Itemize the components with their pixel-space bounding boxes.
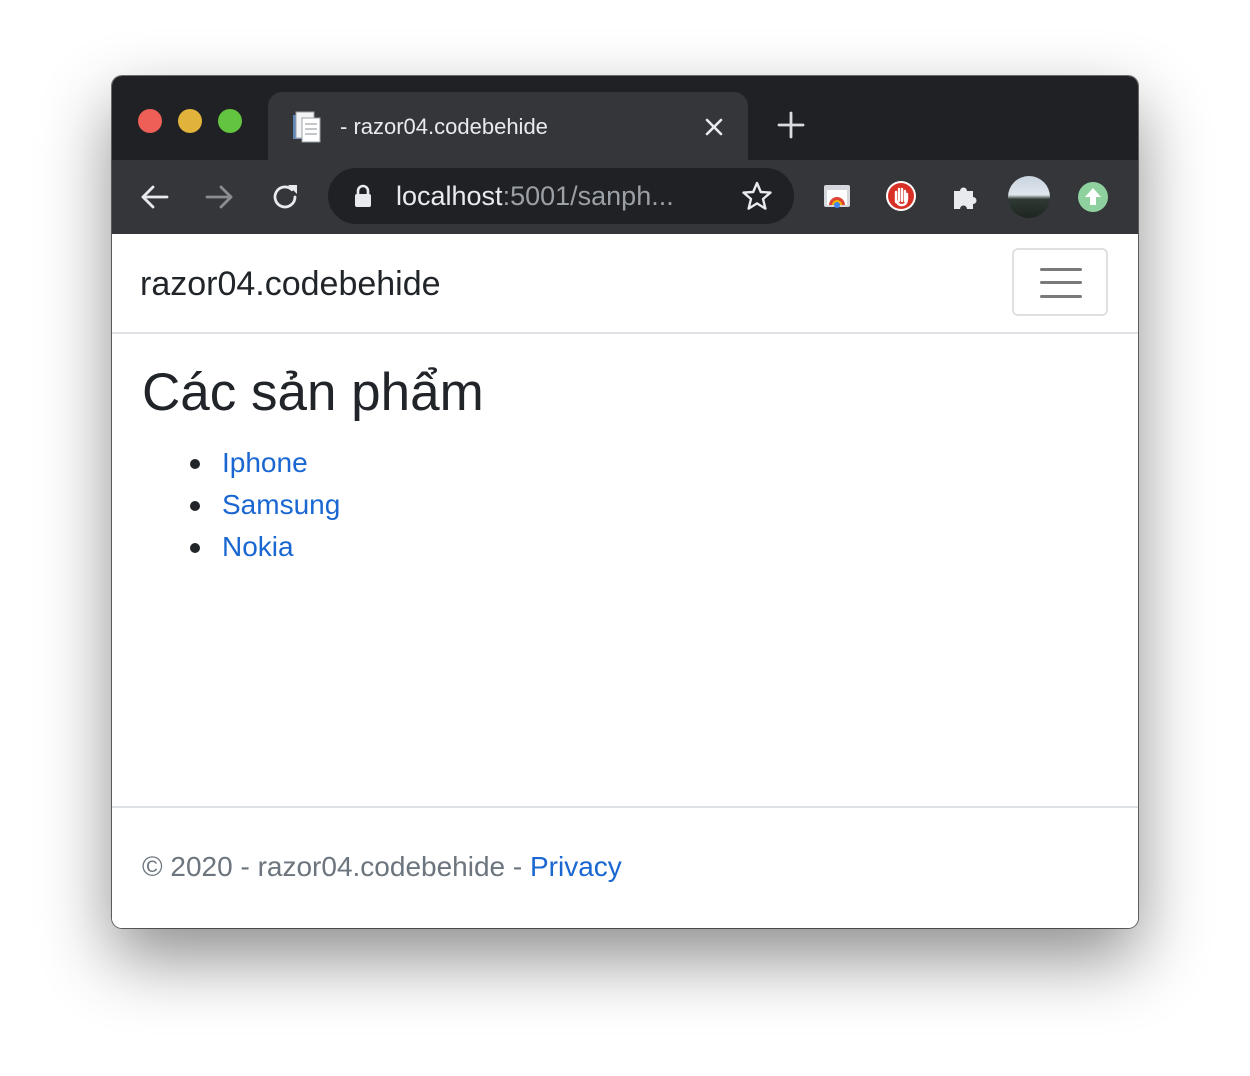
site-navbar: razor04.codebehide [112, 234, 1138, 334]
navbar-brand[interactable]: razor04.codebehide [140, 264, 441, 304]
lock-icon [355, 184, 371, 207]
hamburger-menu-icon [1040, 268, 1082, 271]
page-content: razor04.codebehide Các sản phẩm Iphone S… [112, 234, 1138, 928]
window-close-button[interactable] [138, 109, 162, 133]
footer-copyright: © 2020 - razor04.codebehide - Privacy [142, 850, 622, 884]
url-text: localhost:5001/sanph... [396, 181, 674, 211]
reload-icon[interactable] [268, 180, 302, 214]
star-icon[interactable] [740, 179, 774, 213]
browser-window: - razor04.codebehide localhost:5001/sanp… [112, 76, 1138, 928]
navbar-toggler-button[interactable] [1012, 248, 1108, 316]
close-icon[interactable] [700, 113, 728, 141]
browser-toolbar: localhost:5001/sanph... [112, 160, 1138, 234]
arrow-left-icon[interactable] [138, 180, 172, 214]
puzzle-icon[interactable] [948, 180, 982, 214]
bullet [190, 459, 200, 469]
plus-icon[interactable] [776, 110, 806, 140]
hamburger-menu-icon [1040, 281, 1082, 284]
hamburger-menu-icon [1040, 295, 1082, 298]
tab-strip: - razor04.codebehide [112, 76, 1138, 160]
url-path: :5001/sanph... [502, 181, 674, 211]
browser-tab-active[interactable]: - razor04.codebehide [268, 92, 748, 160]
url-host: localhost [396, 181, 503, 211]
product-link-samsung[interactable]: Samsung [222, 484, 340, 526]
product-link-iphone[interactable]: Iphone [222, 442, 308, 484]
adblock-hand-icon[interactable] [884, 179, 918, 213]
window-zoom-button[interactable] [218, 109, 242, 133]
window-minimize-button[interactable] [178, 109, 202, 133]
page-title: Các sản phẩm [142, 363, 484, 422]
profile-avatar[interactable] [1008, 176, 1050, 218]
footer-copyright-text: © 2020 - razor04.codebehide - [142, 851, 530, 882]
update-arrow-icon[interactable] [1076, 180, 1110, 214]
bullet [190, 543, 200, 553]
privacy-link[interactable]: Privacy [530, 851, 622, 882]
product-link-nokia[interactable]: Nokia [222, 526, 294, 568]
tab-title: - razor04.codebehide [340, 114, 548, 139]
address-bar[interactable]: localhost:5001/sanph... [328, 168, 794, 224]
site-footer: © 2020 - razor04.codebehide - Privacy [112, 806, 1138, 928]
arrow-right-icon[interactable] [202, 180, 236, 214]
bullet [190, 501, 200, 511]
cast-icon[interactable] [820, 180, 854, 214]
document-icon [293, 111, 321, 143]
